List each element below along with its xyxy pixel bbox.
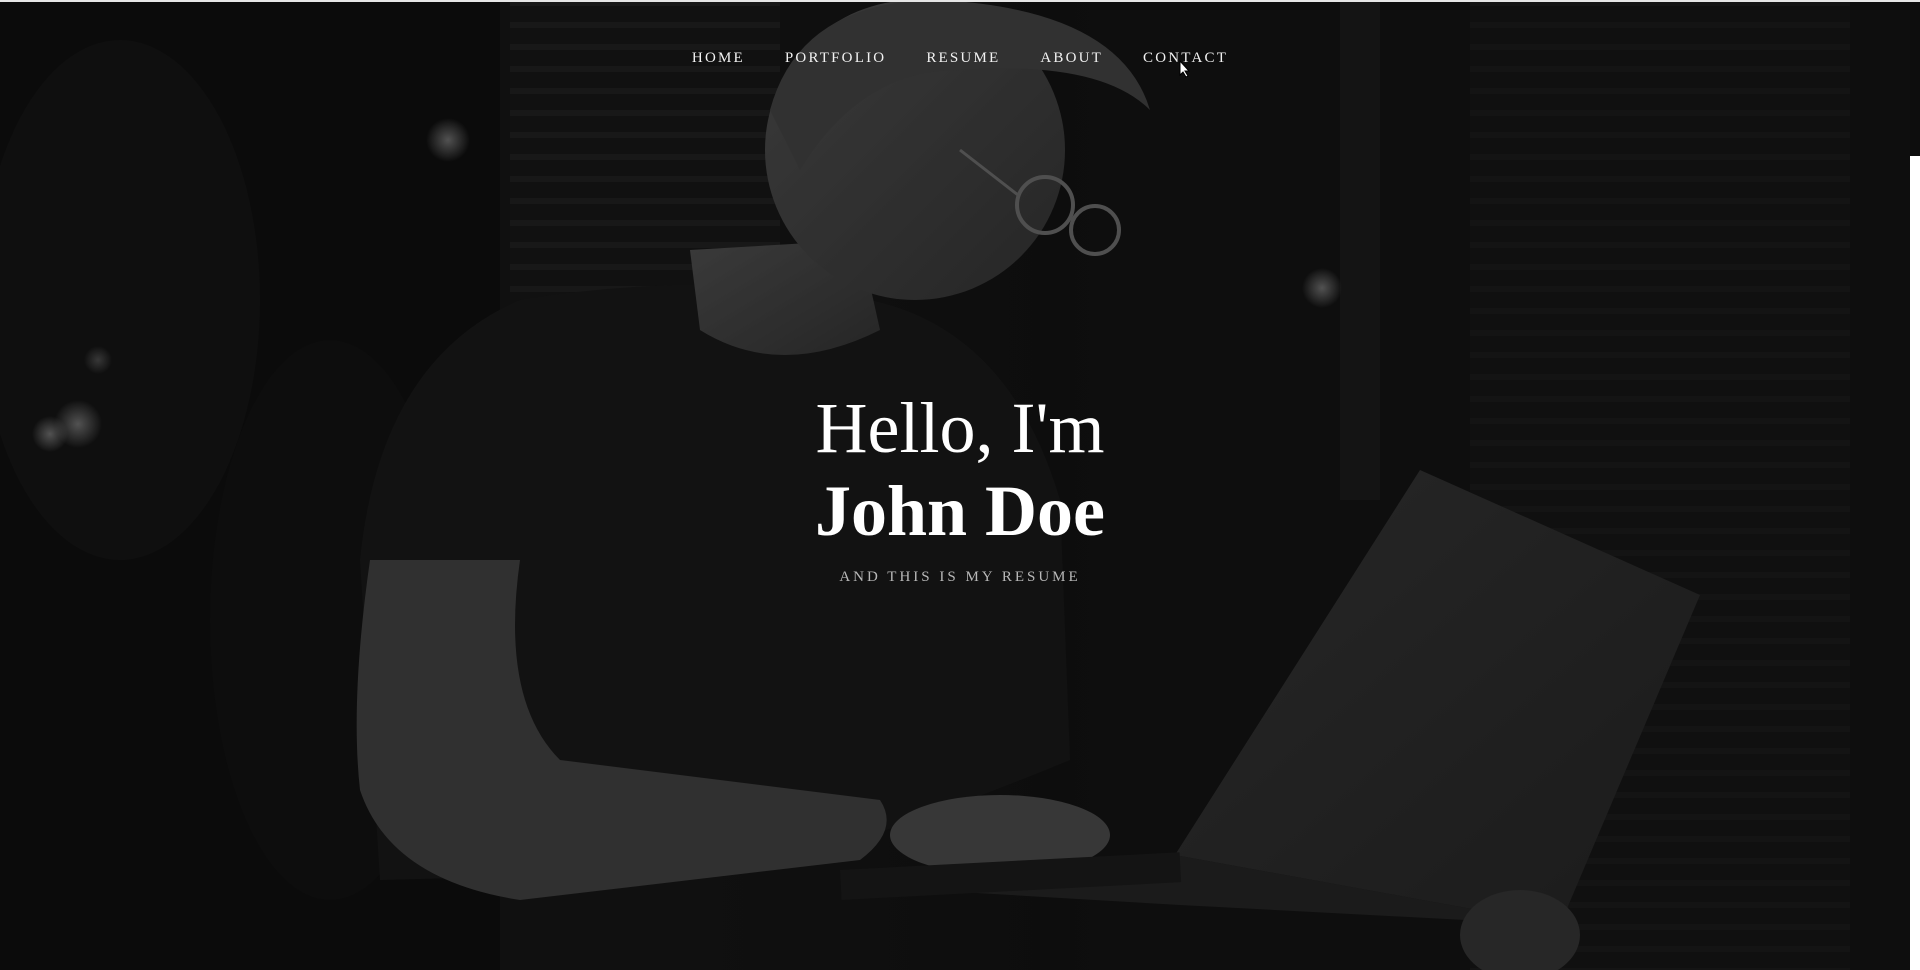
hero-name: John Doe bbox=[814, 471, 1106, 551]
nav-link-about[interactable]: ABOUT bbox=[1020, 46, 1123, 71]
nav-link-portfolio[interactable]: PORTFOLIO bbox=[765, 46, 906, 71]
hero-headline: Hello, I'm John Doe bbox=[0, 388, 1920, 554]
hero-greeting: Hello, I'm bbox=[815, 388, 1105, 468]
mouse-cursor-icon bbox=[1179, 60, 1191, 78]
hero-tagline: AND THIS IS MY RESUME bbox=[839, 569, 1081, 585]
main-navigation: HOME PORTFOLIO RESUME ABOUT CONTACT bbox=[0, 46, 1920, 71]
nav-link-resume[interactable]: RESUME bbox=[906, 46, 1020, 71]
scrollbar[interactable] bbox=[1910, 156, 1920, 970]
top-edge bbox=[0, 0, 1920, 2]
nav-link-home[interactable]: HOME bbox=[672, 46, 765, 71]
hero-section: HOME PORTFOLIO RESUME ABOUT CONTACT Hell… bbox=[0, 0, 1920, 970]
